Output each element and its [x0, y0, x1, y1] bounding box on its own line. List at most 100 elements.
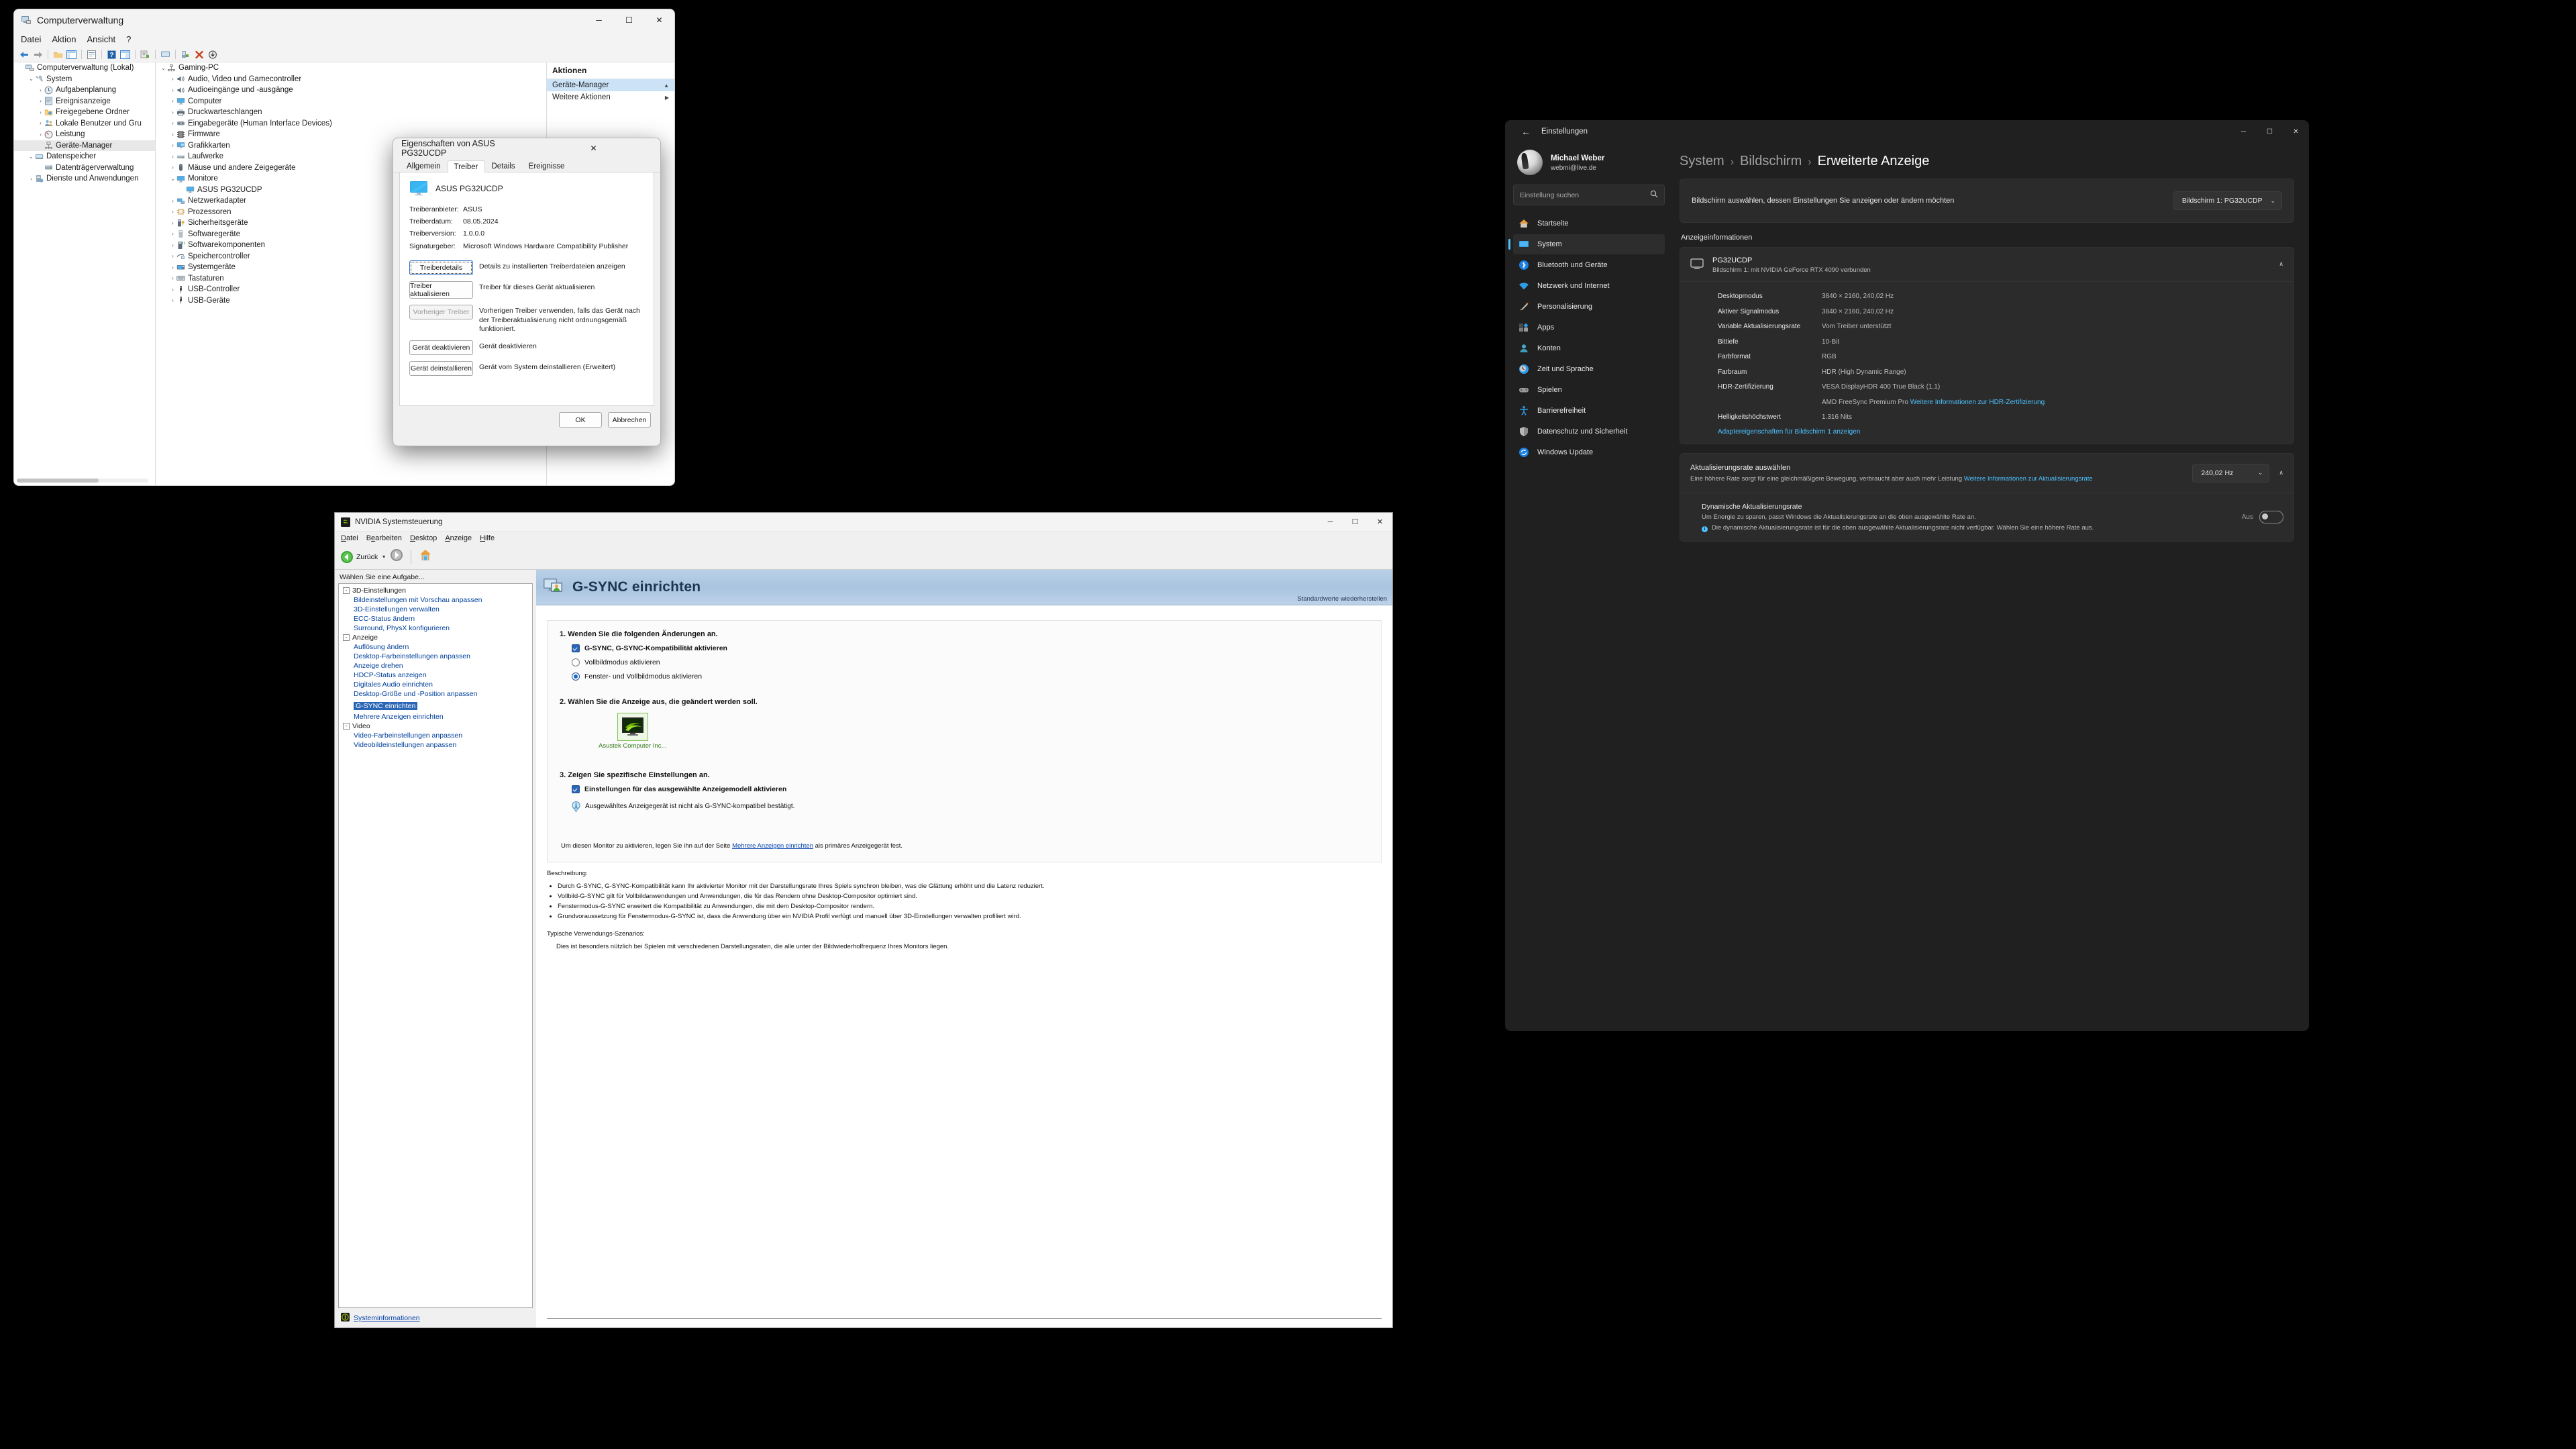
tree-item[interactable]: › Ereignisanzeige: [14, 96, 155, 107]
tree-item[interactable]: Geräte-Manager: [14, 140, 155, 151]
expand-chevron-icon[interactable]: ›: [169, 264, 176, 270]
back-button[interactable]: ←: [1517, 123, 1535, 140]
sidebar-item-datenschutz-und-sicherheit[interactable]: Datenschutz und Sicherheit: [1513, 421, 1665, 442]
restore-defaults-link[interactable]: Standardwerte wiederherstellen: [1297, 595, 1387, 603]
expand-chevron-icon[interactable]: ›: [169, 142, 176, 148]
nvidia-task-tree[interactable]: -3D-Einstellungen Bildeinstellungen mit V…: [338, 583, 533, 1308]
expand-chevron-icon[interactable]: ›: [37, 98, 44, 104]
tree-item[interactable]: Computerverwaltung (Lokal): [14, 62, 155, 74]
expand-chevron-icon[interactable]: ›: [169, 209, 176, 215]
tree-item[interactable]: › Computer: [156, 96, 546, 107]
expand-chevron-icon[interactable]: ⌄: [28, 154, 35, 160]
delete-icon[interactable]: [193, 49, 205, 60]
nvidia-menu-desktop[interactable]: Desktop: [410, 534, 437, 542]
sidebar-item-windows-update[interactable]: Windows Update: [1513, 442, 1665, 462]
maximize-button[interactable]: ☐: [614, 9, 644, 31]
gsync-enable-checkbox[interactable]: [572, 644, 580, 652]
expand-chevron-icon[interactable]: ›: [169, 297, 176, 303]
display-info-header[interactable]: PG32UCDP Bildschirm 1: mit NVIDIA GeForc…: [1680, 248, 2294, 281]
tree-item[interactable]: › Dienste und Anwendungen: [14, 173, 155, 185]
tree-item[interactable]: › Lokale Benutzer und Gru: [14, 118, 155, 130]
expand-chevron-icon[interactable]: ›: [169, 87, 176, 93]
collapse-box-icon[interactable]: -: [343, 634, 350, 641]
display-icon[interactable]: [160, 49, 171, 60]
menu-aktion[interactable]: Aktion: [52, 34, 76, 44]
tree-item[interactable]: › Druckwarteschlangen: [156, 107, 546, 118]
collapse-box-icon[interactable]: -: [343, 587, 350, 594]
sidebar-item-konten[interactable]: Konten: [1513, 338, 1665, 358]
cm-left-hscrollbar[interactable]: [17, 479, 148, 483]
expand-chevron-icon[interactable]: ›: [169, 220, 176, 226]
expand-chevron-icon[interactable]: ›: [37, 109, 44, 115]
toggle-switch[interactable]: [2259, 510, 2283, 523]
expand-chevron-icon[interactable]: ›: [169, 120, 176, 126]
expand-chevron-icon[interactable]: ›: [169, 164, 176, 170]
expand-chevron-icon[interactable]: ›: [169, 231, 176, 237]
nvidia-menu-anzeige[interactable]: Anzeige: [445, 534, 472, 542]
collapse-box-icon[interactable]: -: [343, 723, 350, 730]
expand-chevron-icon[interactable]: ›: [169, 242, 176, 248]
search-input[interactable]: Einstellung suchen: [1513, 185, 1665, 205]
cm-left-tree[interactable]: Computerverwaltung (Lokal) ⌄ System › Aufgab…: [14, 62, 156, 485]
nvidia-tree-category[interactable]: - Anzeige: [339, 633, 532, 642]
show-console-tree-icon[interactable]: [66, 49, 77, 60]
scan-hardware-icon[interactable]: [140, 49, 151, 60]
nvidia-forward-button[interactable]: [390, 548, 403, 565]
back-arrow-icon[interactable]: [19, 49, 30, 60]
chevron-up-icon[interactable]: ∧: [2279, 260, 2283, 268]
minimize-button[interactable]: ─: [584, 9, 614, 31]
expand-chevron-icon[interactable]: ›: [169, 132, 176, 138]
sidebar-item-zeit-und-sprache[interactable]: Zeit und Sprache: [1513, 359, 1665, 379]
nvidia-tree-link[interactable]: ECC-Status ändern: [339, 614, 532, 623]
tree-item[interactable]: Datenträgerverwaltung: [14, 162, 155, 174]
expand-chevron-icon[interactable]: ›: [169, 275, 176, 281]
display-picker-dropdown[interactable]: Bildschirm 1: PG32UCDP ⌄: [2173, 191, 2282, 210]
sidebar-item-startseite[interactable]: Startseite: [1513, 213, 1665, 234]
nvidia-back-button[interactable]: Zurück: [340, 550, 378, 564]
nvidia-tree-link[interactable]: 3D-Einstellungen verwalten: [339, 605, 532, 614]
tree-item[interactable]: › Audioeingänge und -ausgänge: [156, 85, 546, 96]
settings-maximize-button[interactable]: ☐: [2257, 120, 2283, 143]
nvidia-maximize-button[interactable]: ☐: [1343, 513, 1368, 531]
sidebar-item-barrierefreiheit[interactable]: Barrierefreiheit: [1513, 401, 1665, 421]
expand-chevron-icon[interactable]: ›: [169, 198, 176, 204]
breadcrumb-system[interactable]: System: [1680, 154, 1724, 169]
nvidia-close-button[interactable]: ✕: [1368, 513, 1392, 531]
sidebar-item-apps[interactable]: Apps: [1513, 317, 1665, 338]
nvidia-tree-link[interactable]: Videobildeinstellungen anpassen: [339, 740, 532, 750]
refresh-rate-link[interactable]: Weitere Informationen zur Aktualisierung…: [1964, 475, 2093, 483]
tab-allgemein[interactable]: Allgemein: [400, 160, 448, 172]
update-driver-icon[interactable]: [180, 49, 191, 60]
sidebar-item-personalisierung[interactable]: Personalisierung: [1513, 297, 1665, 317]
gsync-enable-row[interactable]: G-SYNC, G-SYNC-Kompatibilität aktivieren: [572, 644, 1369, 652]
adapter-properties-link[interactable]: Adaptereigenschaften für Bildschirm 1 an…: [1718, 428, 1860, 436]
nvidia-tree-link[interactable]: HDCP-Status anzeigen: [339, 670, 532, 680]
open-folder-icon[interactable]: [52, 49, 64, 60]
nvidia-tree-link[interactable]: Video-Farbeinstellungen anpassen: [339, 731, 532, 740]
menu-ansicht[interactable]: Ansicht: [87, 34, 116, 44]
tree-item[interactable]: › Audio, Video und Gamecontroller: [156, 74, 546, 85]
expand-chevron-icon[interactable]: ⌄: [28, 76, 35, 82]
driver-action-button[interactable]: Treiberdetails: [409, 260, 473, 275]
nvidia-minimize-button[interactable]: ─: [1318, 513, 1343, 531]
tree-item[interactable]: ⌄ Datenspeicher: [14, 151, 155, 162]
help-icon[interactable]: ?: [106, 49, 117, 60]
system-info-link[interactable]: Systeminformationen: [354, 1314, 420, 1322]
properties-close-button[interactable]: ✕: [529, 138, 658, 158]
nvidia-tree-link[interactable]: Anzeige drehen: [339, 661, 532, 670]
expand-chevron-icon[interactable]: ›: [37, 132, 44, 138]
gsync-model-settings-checkbox[interactable]: [572, 785, 580, 793]
nvidia-back-dropdown[interactable]: ▾: [382, 554, 385, 560]
tree-item[interactable]: › Aufgabenplanung: [14, 85, 155, 96]
nvidia-tree-link[interactable]: Surround, PhysX konfigurieren: [339, 623, 532, 633]
hdr-certification-link[interactable]: Weitere Informationen zur HDR-Zertifizie…: [1910, 399, 2045, 406]
sidebar-item-system[interactable]: System: [1508, 234, 1665, 254]
ok-button[interactable]: OK: [559, 412, 602, 428]
nvidia-tree-link[interactable]: Digitales Audio einrichten: [339, 680, 532, 689]
user-profile[interactable]: Michael Weber webmi@live.de: [1513, 146, 1665, 185]
expand-chevron-icon[interactable]: ›: [28, 176, 35, 182]
tree-item[interactable]: › Freigegebene Ordner: [14, 107, 155, 118]
refresh-rate-dropdown[interactable]: 240,02 Hz ⌄: [2192, 463, 2270, 483]
dynamic-refresh-toggle[interactable]: Aus: [2242, 510, 2283, 523]
expand-chevron-icon[interactable]: ›: [37, 87, 44, 93]
